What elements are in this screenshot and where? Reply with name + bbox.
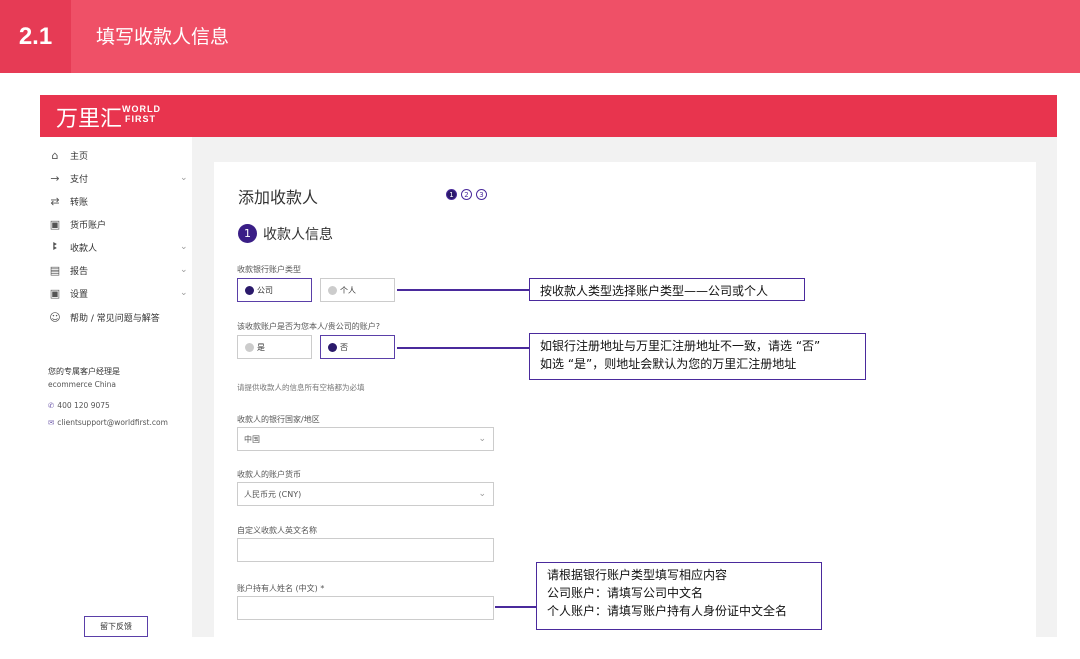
sidebar-item-label: 报告 [70, 266, 89, 277]
currency-value: 人民币元 (CNY) [244, 489, 302, 499]
radio-personal-label: 个人 [340, 285, 356, 295]
step-3: 3 [476, 189, 487, 200]
support-phone-text: 400 120 9075 [57, 401, 110, 410]
callout-connector-3 [495, 606, 536, 608]
settings-icon: ▣ [49, 286, 61, 300]
brand-logo-en-line1: WORLD [122, 104, 161, 114]
sidebar-item-home[interactable]: ⌂ 主页 [48, 146, 89, 164]
sidebar-item-label: 帮助 / 常见问题与解答 [70, 313, 160, 324]
nickname-input[interactable] [237, 538, 494, 562]
currency-select[interactable]: 人民币元 (CNY) ⌄ [237, 482, 494, 506]
section-number-badge: 1 [238, 224, 257, 243]
sidebar-item-transfer[interactable]: ⇄ 转账 [48, 192, 88, 210]
sidebar-item-label: 支付 [70, 174, 89, 185]
country-label: 收款人的银行国家/地区 [237, 415, 320, 424]
mail-icon: ✉ [48, 418, 55, 427]
radio-no-label: 否 [340, 342, 348, 352]
sidebar-item-currency-accounts[interactable]: ▣ 货币账户 [48, 215, 106, 233]
chevron-down-icon: ⌄ [180, 242, 188, 252]
currency-label: 收款人的账户货币 [237, 470, 301, 479]
support-phone[interactable]: ✆ 400 120 9075 [48, 401, 110, 410]
sidebar-item-settings[interactable]: ▣ 设置 ⌄ [48, 284, 188, 302]
brand-logo-cn[interactable]: 万里汇 [56, 101, 122, 133]
callout-holder-name-line1: 请根据银行账户类型填写相应内容 [547, 568, 728, 582]
help-icon: ☺ [49, 310, 61, 324]
country-value: 中国 [244, 434, 260, 444]
sidebar-item-payees[interactable]: ꔪ 收款人 ⌄ [48, 238, 187, 256]
callout-holder-name: 请根据银行账户类型填写相应内容 公司账户：请填写公司中文名 个人账户：请填写账户… [536, 562, 822, 630]
callout-same-address: 如银行注册地址与万里汇注册地址不一致，请选 “否” 如选 “是”，则地址会默认为… [529, 333, 866, 380]
callout-account-type: 按收款人类型选择账户类型——公司或个人 [529, 278, 805, 301]
home-icon: ⌂ [51, 148, 59, 162]
sidebar-item-label: 主页 [70, 151, 89, 162]
sidebar: ⌂ 主页 → 支付 ⌄ ⇄ 转账 ▣ 货币账户 ꔪ 收款人 ⌄ ▤ 报告 ⌄ ▣… [40, 137, 192, 637]
account-type-label: 收款银行账户类型 [237, 265, 301, 274]
callout-same-address-line2: 如选 “是”，则地址会默认为您的万里汇注册地址 [540, 357, 797, 371]
radio-dot [328, 342, 337, 352]
required-note: 请提供收款人的信息所有空格都为必填 [237, 383, 365, 392]
slide-header: 2.1 填写收款人信息 [0, 0, 1080, 73]
radio-no[interactable]: 否 [320, 335, 395, 359]
brand-logo-en: WORLD FIRST [122, 104, 161, 124]
callout-same-address-line1: 如银行注册地址与万里汇注册地址不一致，请选 “否” [540, 339, 821, 353]
sidebar-item-label: 货币账户 [70, 220, 107, 231]
step-1: 1 [446, 189, 457, 200]
chevron-down-icon: ⌄ [478, 434, 486, 444]
chevron-down-icon: ⌄ [180, 173, 188, 183]
slide-title: 填写收款人信息 [96, 26, 230, 48]
holder-name-input[interactable] [237, 596, 494, 620]
app-top-bar: 万里汇 WORLD FIRST [40, 95, 1057, 137]
radio-company-label: 公司 [257, 285, 273, 295]
radio-personal[interactable]: 个人 [320, 278, 395, 302]
same-address-label: 该收款账户是否为您本人/贵公司的账户? [237, 322, 380, 331]
holder-name-label: 账户持有人姓名 (中文) * [237, 584, 325, 593]
callout-holder-name-line2: 公司账户：请填写公司中文名 [547, 586, 704, 600]
step-2: 2 [461, 189, 472, 200]
support-email[interactable]: ✉ clientsupport@worldfirst.com [48, 418, 168, 427]
page-title: 添加收款人 [238, 188, 319, 207]
phone-icon: ✆ [48, 401, 55, 410]
account-manager-label: 您的专属客户经理是 [48, 367, 120, 376]
feedback-button[interactable]: 留下反馈 [84, 616, 148, 637]
arrow-right-icon: → [50, 171, 60, 185]
wallet-icon: ▣ [49, 217, 61, 231]
section-title: 收款人信息 [263, 227, 333, 243]
callout-connector-1 [397, 289, 529, 291]
radio-yes[interactable]: 是 [237, 335, 312, 359]
radio-dot [328, 285, 337, 295]
account-manager-name: ecommerce China [48, 380, 117, 389]
sidebar-item-label: 转账 [70, 197, 89, 208]
radio-company[interactable]: 公司 [237, 278, 312, 302]
users-icon: ꔪ [52, 240, 58, 253]
callout-account-type-text: 按收款人类型选择账户类型——公司或个人 [540, 284, 769, 298]
radio-dot [245, 342, 254, 352]
support-email-text: clientsupport@worldfirst.com [57, 418, 168, 427]
slide-number: 2.1 [0, 0, 71, 73]
report-icon: ▤ [49, 263, 61, 277]
country-select[interactable]: 中国 ⌄ [237, 427, 494, 451]
sidebar-item-pay[interactable]: → 支付 ⌄ [48, 169, 187, 187]
callout-connector-2 [397, 347, 529, 349]
sidebar-item-label: 设置 [70, 289, 89, 300]
brand-logo-en-line2: FIRST [125, 114, 156, 124]
chevron-down-icon: ⌄ [180, 265, 188, 275]
chevron-down-icon: ⌄ [180, 288, 188, 298]
chevron-down-icon: ⌄ [478, 489, 486, 499]
sidebar-item-label: 收款人 [70, 243, 98, 254]
sidebar-item-reports[interactable]: ▤ 报告 ⌄ [48, 261, 188, 279]
transfer-icon: ⇄ [50, 194, 60, 208]
callout-holder-name-line3: 个人账户：请填写账户持有人身份证中文全名 [547, 604, 788, 618]
nickname-label: 自定义收款人英文名称 [237, 526, 317, 535]
step-indicator: 1 2 3 [446, 189, 487, 200]
radio-dot [245, 285, 254, 295]
sidebar-item-help[interactable]: ☺ 帮助 / 常见问题与解答 [48, 308, 160, 326]
radio-yes-label: 是 [257, 342, 265, 352]
